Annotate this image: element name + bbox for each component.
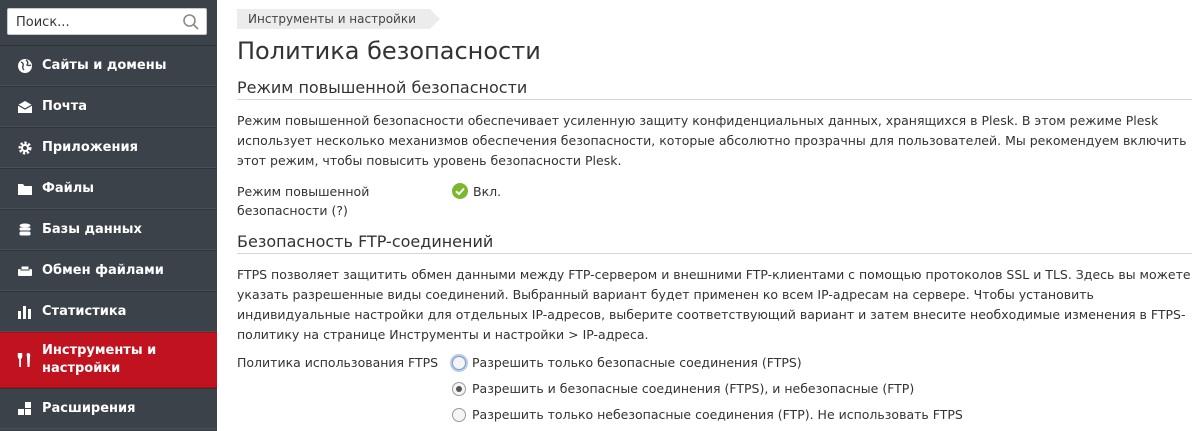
radio-label[interactable]: Разрешить только небезопасные соединения… [472,407,963,422]
sidebar-item-file-sharing[interactable]: Обмен файлами [0,250,217,291]
envelope-icon [16,98,34,116]
radio-label[interactable]: Разрешить и безопасные соединения (FTPS)… [472,381,914,396]
enhanced-security-status: Вкл. [452,183,501,199]
ftps-policy-label: Политика использования FTPS [237,355,439,370]
radio-button[interactable] [452,407,466,422]
sidebar-item-label: Почта [42,98,88,114]
sidebar-item-tools-settings[interactable]: Инструменты и настройки [0,332,217,388]
gear-icon [16,139,34,157]
sidebar-item-websites[interactable]: Сайты и домены [0,45,217,86]
section-title-enhanced-security: Режим повышенной безопасности [237,78,1192,100]
sidebar-item-label: Базы данных [42,221,142,237]
sidebar-item-mail[interactable]: Почта [0,86,217,127]
sidebar-item-databases[interactable]: Базы данных [0,209,217,250]
field-label-line-help[interactable]: безопасности (?) [237,201,369,220]
sidebar-nav: Сайты и домены Почта Приложения Файлы Ба… [0,45,217,429]
enhanced-security-field-label: Режим повышенной безопасности (?) [237,182,369,220]
file-sharing-icon [16,262,34,280]
radio-button[interactable] [452,381,466,396]
bar-chart-icon [16,303,34,321]
search-icon[interactable] [182,13,200,31]
tools-icon [16,351,34,369]
section-title-ftp-security: Безопасность FTP-соединений [237,232,1192,254]
sidebar-item-label: Статистика [42,303,127,319]
check-circle-icon [452,183,468,199]
sidebar-item-label: Сайты и домены [42,57,167,73]
breadcrumb[interactable]: Инструменты и настройки [237,9,440,29]
extensions-icon [16,400,34,418]
sidebar-item-label: Расширения [42,400,136,416]
sidebar: Сайты и домены Почта Приложения Файлы Ба… [0,0,217,431]
field-label-line: Режим повышенной [237,184,370,199]
ftps-option-both[interactable]: Разрешить и безопасные соединения (FTPS)… [452,381,914,396]
sidebar-item-label: Обмен файлами [42,262,164,278]
ftp-security-description: FTPS позволяет защитить обмен данными ме… [237,267,1191,342]
ftps-option-secure-only[interactable]: Разрешить только безопасные соединения (… [452,355,802,370]
sidebar-item-label: Приложения [42,139,138,155]
sidebar-item-applications[interactable]: Приложения [0,127,217,168]
radio-button[interactable] [452,355,466,370]
page-title: Политика безопасности [237,37,541,65]
globe-icon [16,57,34,75]
search-input[interactable] [16,13,176,31]
sidebar-item-files[interactable]: Файлы [0,168,217,209]
sidebar-item-label: Инструменты и настройки [42,343,157,376]
sidebar-item-extensions[interactable]: Расширения [0,388,217,429]
folder-icon [16,180,34,198]
enhanced-security-description: Режим повышенной безопасности обеспечива… [237,113,1187,168]
sidebar-item-statistics[interactable]: Статистика [0,291,217,332]
radio-label[interactable]: Разрешить только безопасные соединения (… [472,355,802,370]
ftps-option-insecure-only[interactable]: Разрешить только небезопасные соединения… [452,407,963,422]
status-text: Вкл. [473,183,502,199]
search-box[interactable] [7,8,207,35]
sidebar-item-label: Файлы [42,180,95,196]
database-icon [16,221,34,239]
